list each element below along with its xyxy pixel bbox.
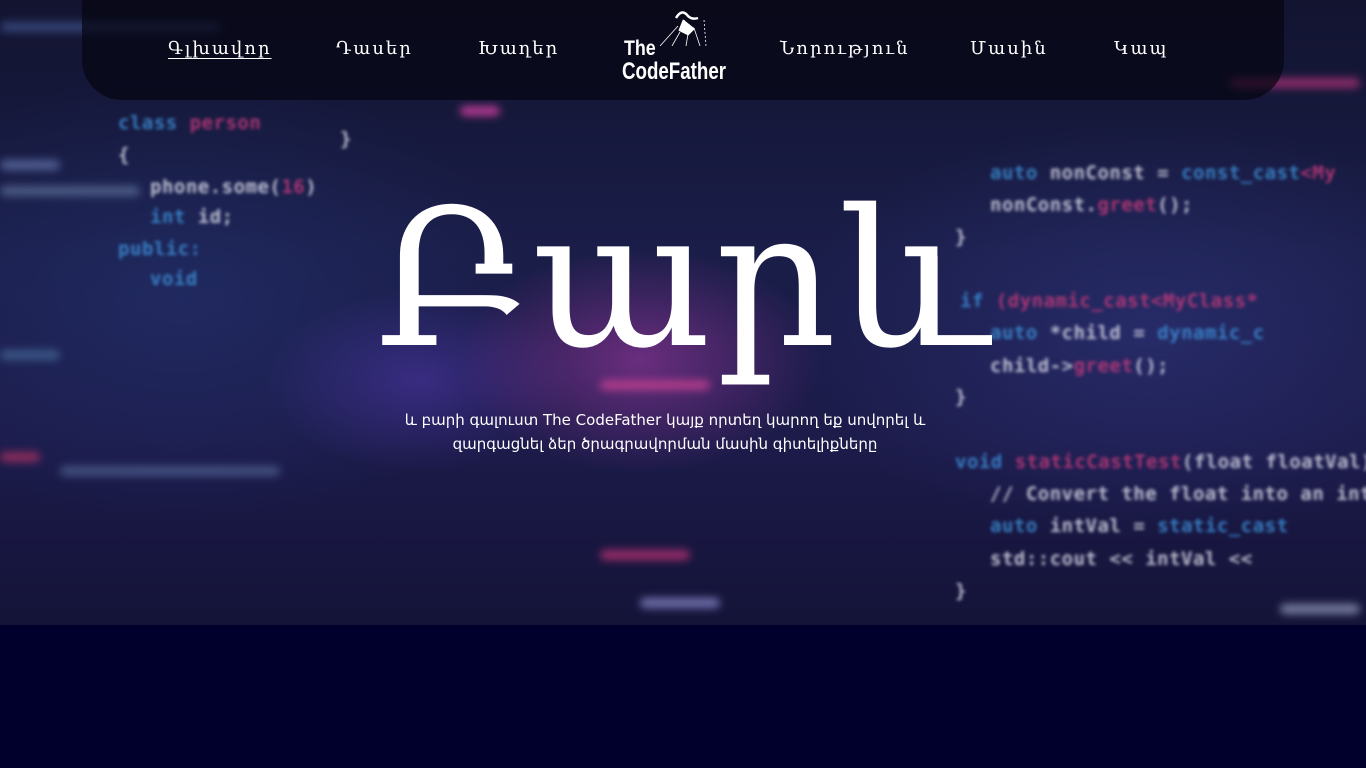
- nav-link-home[interactable]: Գլխավոր: [168, 38, 272, 59]
- hero-title: Բարև: [375, 169, 991, 390]
- codefather-logo[interactable]: The CodeFather: [620, 6, 726, 92]
- logo-text-codefather: CodeFather: [622, 58, 727, 85]
- nav-link-lessons[interactable]: Դասեր: [336, 38, 413, 59]
- page-footer-area: [0, 625, 1366, 768]
- nav-link-news[interactable]: Նորություն: [780, 38, 910, 59]
- hero-subtitle: և բարի գալուստ The CodeFather կայք որտեղ…: [404, 411, 926, 453]
- logo-text-the: The: [624, 37, 656, 60]
- nav-link-contact[interactable]: Կապ: [1114, 38, 1168, 59]
- nav-link-about[interactable]: Մասին: [970, 38, 1048, 59]
- nav-link-games[interactable]: Խաղեր: [478, 38, 559, 59]
- hero-section: class person } { phone.some(16) int id; …: [0, 0, 1366, 625]
